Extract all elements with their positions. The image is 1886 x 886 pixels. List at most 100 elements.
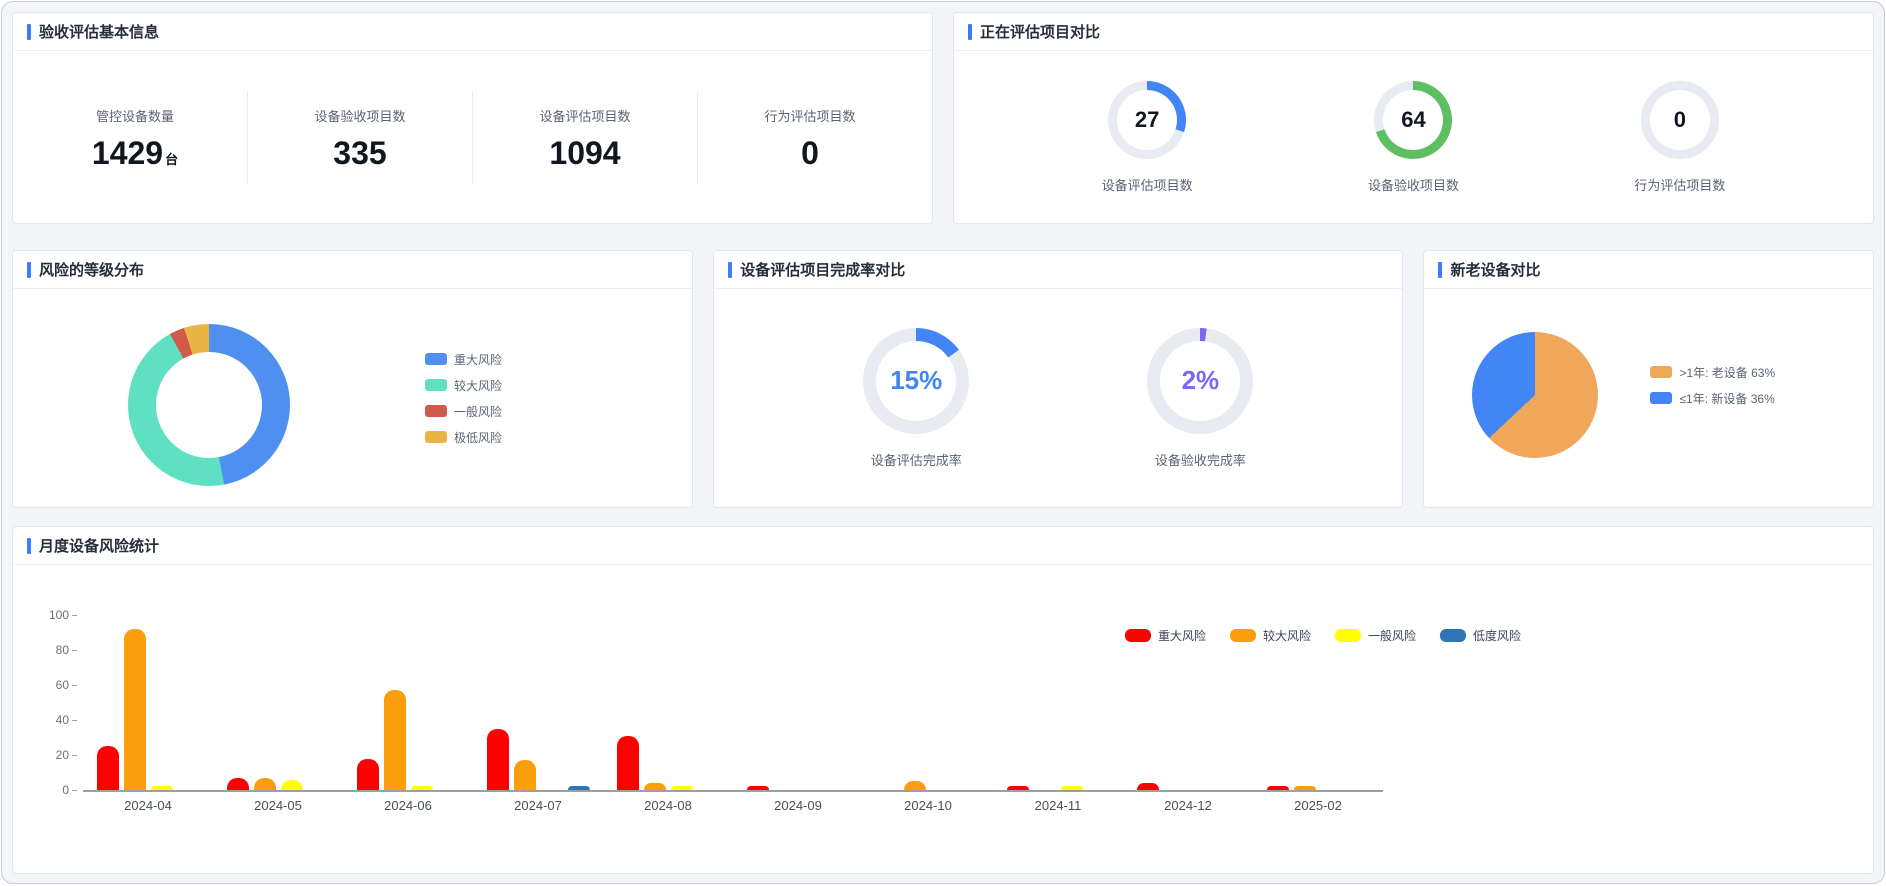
stat-evaluation-projects: 设备评估项目数 1094: [472, 92, 697, 183]
x-axis-label: 2024-08: [603, 798, 733, 813]
stat-behavior-projects: 行为评估项目数 0: [697, 92, 922, 183]
title-accent-bar: [27, 24, 31, 40]
legend-label: 一般风险: [454, 403, 502, 420]
panel-header: 风险的等级分布: [13, 251, 692, 289]
x-axis-label: 2025-02: [1253, 798, 1383, 813]
legend-swatch: [425, 431, 447, 443]
risk-legend: 重大风险较大风险一般风险极低风险: [425, 351, 502, 446]
bar: [254, 778, 276, 790]
x-axis-label: 2024-11: [993, 798, 1123, 813]
panel-title: 正在评估项目对比: [980, 21, 1100, 42]
legend-item[interactable]: >1年: 老设备 63%: [1650, 364, 1775, 381]
legend-item[interactable]: 低度风险: [1440, 627, 1521, 644]
donut: [128, 324, 290, 486]
bar: [227, 778, 249, 790]
panel-title: 设备评估项目完成率对比: [740, 259, 905, 280]
title-accent-bar: [728, 262, 732, 278]
gauge-row: 27 设备评估项目数 64 设备验收项目数 0 行为评: [954, 51, 1873, 223]
bar-group: 2024-06: [343, 617, 473, 790]
panel-header: 设备评估项目完成率对比: [714, 251, 1402, 289]
panel-ongoing-comparison: 正在评估项目对比 27 设备评估项目数 64 设备验收项目数: [953, 12, 1874, 224]
stat-value: 1094: [473, 137, 697, 169]
panel-monthly-risk: 月度设备风险统计 重大风险较大风险一般风险低度风险 02040608010020…: [12, 526, 1874, 874]
panel-title: 月度设备风险统计: [39, 535, 159, 556]
panel-completion-rate: 设备评估项目完成率对比 15% 设备评估完成率 2% 设备验收完成率: [713, 250, 1403, 508]
panel-title: 风险的等级分布: [39, 259, 144, 280]
legend-label: ≤1年: 新设备 36%: [1679, 390, 1774, 407]
bar: [487, 729, 509, 790]
bar: [1294, 786, 1316, 790]
legend-item[interactable]: 较大风险: [425, 377, 502, 394]
bar: [644, 783, 666, 790]
monthly-risk-bar-chart: 0204060801002024-042024-052024-062024-07…: [83, 617, 1383, 792]
stat-acceptance-projects: 设备验收项目数 335: [247, 92, 472, 183]
gauge-value: 15%: [890, 365, 942, 396]
gauge-evaluation-count: 27 设备评估项目数: [1102, 81, 1193, 194]
panel-risk-distribution: 风险的等级分布 重大风险较大风险一般风险极低风险: [12, 250, 693, 508]
bar: [514, 760, 536, 790]
stat-value: 1429台: [23, 137, 247, 169]
gauge-evaluation-rate: 15% 设备评估完成率: [863, 328, 969, 469]
legend-item[interactable]: 一般风险: [425, 403, 502, 420]
x-axis-label: 2024-05: [213, 798, 343, 813]
title-accent-bar: [968, 24, 972, 40]
x-axis-label: 2024-06: [343, 798, 473, 813]
panel-device-age: 新老设备对比 >1年: 老设备 63% ≤1年: 新设备 36%: [1423, 250, 1874, 508]
bar: [1061, 786, 1083, 790]
ring-gauge: 64: [1374, 81, 1452, 159]
legend-swatch: [425, 379, 447, 391]
gauge-label: 设备验收完成率: [1147, 450, 1253, 469]
panel-title: 新老设备对比: [1450, 259, 1540, 280]
bar: [1267, 786, 1289, 790]
legend-item[interactable]: ≤1年: 新设备 36%: [1650, 390, 1775, 407]
bar-group: 2024-10: [863, 617, 993, 790]
bar-group: 2024-05: [213, 617, 343, 790]
ring-gauge: 0: [1641, 81, 1719, 159]
stat-label: 设备评估项目数: [473, 106, 697, 125]
ring-gauge: 15%: [863, 328, 969, 434]
y-axis-tick: 40: [27, 713, 77, 727]
legend-swatch: [1440, 629, 1466, 642]
bar-group: 2024-04: [83, 617, 213, 790]
gauge-value: 64: [1401, 107, 1425, 133]
legend-swatch: [425, 405, 447, 417]
bar: [1137, 783, 1159, 790]
panel-header: 验收评估基本信息: [13, 13, 932, 51]
ring-gauge: 27: [1108, 81, 1186, 159]
bar: [904, 781, 926, 790]
ring-gauge: 2%: [1147, 328, 1253, 434]
legend-swatch: [1650, 366, 1672, 378]
gauge-row: 15% 设备评估完成率 2% 设备验收完成率: [714, 289, 1402, 507]
stat-controlled-devices: 管控设备数量 1429台: [23, 92, 247, 183]
legend-item[interactable]: 重大风险: [425, 351, 502, 368]
panel-header: 正在评估项目对比: [954, 13, 1873, 51]
panel-header: 新老设备对比: [1424, 251, 1873, 289]
gauge-label: 设备评估项目数: [1102, 175, 1193, 194]
x-axis-label: 2024-10: [863, 798, 993, 813]
panel-title: 验收评估基本信息: [39, 21, 159, 42]
x-axis-label: 2024-04: [83, 798, 213, 813]
bar: [281, 780, 303, 791]
bar: [97, 746, 119, 790]
legend-label: 重大风险: [454, 351, 502, 368]
bar: [357, 759, 379, 791]
title-accent-bar: [27, 262, 31, 278]
bar: [384, 690, 406, 790]
bar: [124, 629, 146, 790]
donut-hole: [156, 352, 262, 458]
bar: [617, 736, 639, 790]
legend-label: >1年: 老设备 63%: [1679, 364, 1775, 381]
bar: [568, 786, 590, 790]
bar-group: 2025-02: [1253, 617, 1383, 790]
device-age-legend: >1年: 老设备 63% ≤1年: 新设备 36%: [1650, 364, 1775, 407]
y-axis-tick: 100: [27, 608, 77, 622]
gauge-acceptance-count: 64 设备验收项目数: [1368, 81, 1459, 194]
legend-swatch: [1650, 392, 1672, 404]
y-axis-tick: 60: [27, 678, 77, 692]
stat-label: 管控设备数量: [23, 106, 247, 125]
panel-basic-info: 验收评估基本信息 管控设备数量 1429台 设备验收项目数 335 设备评估项目…: [12, 12, 933, 224]
legend-label: 较大风险: [454, 377, 502, 394]
risk-donut-chart: [128, 324, 290, 486]
legend-item[interactable]: 极低风险: [425, 429, 502, 446]
dashboard-window: 验收评估基本信息 管控设备数量 1429台 设备验收项目数 335 设备评估项目…: [1, 1, 1885, 884]
